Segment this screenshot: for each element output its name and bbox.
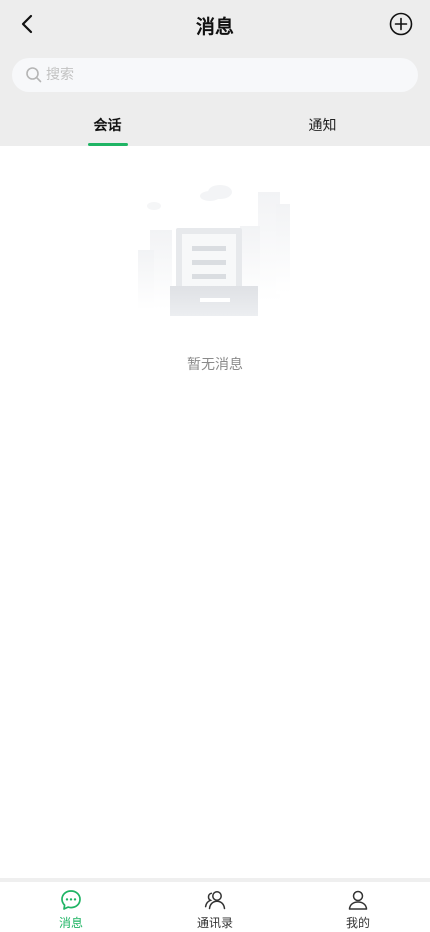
active-tab-indicator [87, 143, 128, 146]
header: 消息 会话 通知 [0, 0, 430, 146]
nav-messages[interactable]: 消息 [31, 888, 111, 932]
nav-label: 消息 [58, 916, 83, 930]
bottom-navigation: 消息 通讯录 我的 [0, 878, 430, 932]
search-input[interactable] [46, 60, 386, 90]
tab-label: 通知 [308, 118, 337, 134]
tab-bar: 会话 通知 [0, 104, 430, 146]
nav-contacts[interactable]: 通讯录 [175, 888, 255, 932]
tab-label: 会话 [93, 118, 122, 134]
chevron-left-icon [21, 14, 33, 34]
empty-state: 暂无消息 [0, 170, 430, 390]
empty-state-text: 暂无消息 [187, 357, 243, 373]
search-icon [25, 66, 43, 84]
messages-screen: 消息 会话 通知 [0, 0, 430, 932]
top-bar: 消息 [0, 0, 430, 50]
plus-circle-icon [389, 12, 413, 36]
empty-inbox-icon [138, 185, 290, 316]
search-bar[interactable] [12, 58, 418, 92]
nav-me[interactable]: 我的 [318, 888, 398, 932]
tab-notifications[interactable]: 通知 [215, 104, 430, 146]
chat-bubble-icon [59, 888, 83, 912]
tab-conversations[interactable]: 会话 [0, 104, 215, 146]
nav-label: 我的 [345, 916, 370, 930]
user-icon [346, 888, 370, 912]
back-button[interactable] [14, 10, 42, 38]
nav-label: 通讯录 [196, 916, 233, 930]
contacts-icon [203, 888, 227, 912]
page-title: 消息 [195, 16, 234, 38]
add-button[interactable] [388, 11, 414, 37]
